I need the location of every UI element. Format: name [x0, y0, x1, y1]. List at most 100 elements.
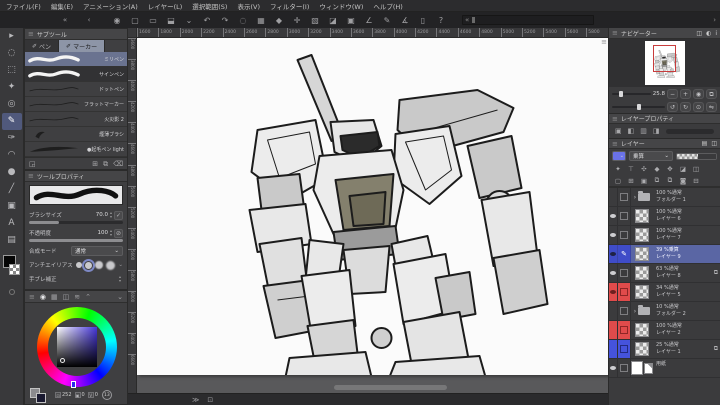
figure-tool[interactable]: ◠ [2, 147, 22, 164]
panel-menu-icon[interactable]: ≡ [612, 29, 618, 37]
layer-visibility-toggle[interactable] [609, 340, 618, 358]
saturation-value-square[interactable] [57, 327, 97, 367]
operation-tool[interactable]: ▸ [2, 28, 22, 45]
new-raster-layer-icon[interactable]: ▢ [612, 177, 624, 185]
pen-tool[interactable]: ✎ [1, 113, 22, 130]
draft-layer-icon[interactable]: ✣ [638, 165, 650, 173]
layer-row[interactable]: ✎ › 39 %乗算 レイヤー 9 ⧉ [609, 245, 720, 264]
approximate-color-tab[interactable]: ≋ [74, 293, 80, 301]
scrollbar-thumb[interactable] [333, 385, 447, 390]
save-icon[interactable]: ⬓ [162, 16, 180, 25]
delete-layer-icon[interactable]: ⊟ [690, 177, 702, 185]
effect-intensity-slider[interactable] [665, 128, 714, 134]
layer-visibility-toggle[interactable] [609, 264, 618, 282]
fill-icon[interactable]: ◆ [270, 16, 288, 25]
scroll-left-icon[interactable]: ‹ [80, 16, 98, 24]
folder-expand-icon[interactable]: › [634, 308, 636, 315]
layer-edit-indicator[interactable]: ✎ [618, 226, 631, 244]
layer-visibility-toggle[interactable] [609, 283, 618, 301]
brush-list-item[interactable]: サインペン [25, 67, 127, 82]
fit-to-window-button[interactable]: ◉ [693, 88, 704, 99]
border-effect-icon[interactable]: ▣ [615, 127, 622, 135]
menu-item[interactable]: アニメーション(A) [83, 1, 138, 11]
lock-layer-icon[interactable]: ◆ [651, 165, 663, 173]
create-mask-icon[interactable]: ◙ [677, 177, 689, 185]
panel-menu-icon[interactable]: ≡ [612, 140, 618, 148]
selection-launcher-icon[interactable]: ⊡ [207, 396, 213, 404]
opacity-stepper[interactable]: ▴ ▾ [110, 229, 112, 237]
color-set-tab[interactable]: ▦ [51, 293, 58, 301]
navigator-preview[interactable] [609, 39, 720, 87]
layer-thumbnail[interactable] [635, 247, 649, 261]
snap-grid-icon[interactable]: ▣ [342, 16, 360, 25]
layer-edit-indicator[interactable]: ✎ [618, 359, 631, 377]
layer-row[interactable]: ✎ › 100 %通常 レイヤー 2 ⧉ [609, 321, 720, 340]
materials-bar[interactable]: « [462, 15, 594, 25]
panel-divider-handle[interactable]: ≡ [601, 38, 607, 46]
layer-edit-indicator[interactable]: ✎ [618, 188, 631, 206]
panel-menu-icon[interactable]: ≡ [612, 115, 618, 123]
menu-item[interactable]: ウィンドウ(W) [319, 1, 363, 11]
layer-edit-indicator[interactable]: ✎ [618, 321, 631, 339]
materials-collapse-icon[interactable]: « [465, 16, 469, 24]
brush-size-slider[interactable] [29, 221, 123, 224]
layer-opacity-slider[interactable] [676, 152, 717, 160]
layer-visibility-toggle[interactable] [609, 359, 618, 377]
layer-search-tab-icon[interactable]: ▤ [702, 140, 708, 147]
zoom-in-button[interactable]: + [680, 88, 691, 99]
brush-size-stepper[interactable]: ▴ ▾ [110, 211, 112, 219]
eyedropper-tool[interactable]: ◎ [2, 96, 22, 113]
switch-color-icon[interactable] [8, 289, 15, 295]
redo-icon[interactable]: ↷ [216, 16, 234, 25]
subtool-group-tab[interactable]: ✐ マーカー [59, 40, 106, 52]
move-icon[interactable]: ✛ [288, 16, 306, 25]
layer-row[interactable]: ✎ › 100 %通常 フォルダー 1 ⧉ [609, 188, 720, 207]
layer-row[interactable]: ✎ › 34 %通常 レイヤー 5 ⧉ [609, 283, 720, 302]
layer-edit-indicator[interactable]: ✎ [618, 264, 631, 282]
zoom-slider[interactable] [612, 90, 651, 97]
gradient-tool[interactable]: ▤ [2, 232, 22, 249]
antialias-strong[interactable] [106, 260, 116, 270]
snap-ruler-icon[interactable]: ▧ [306, 16, 324, 25]
antialias-middle[interactable] [95, 261, 104, 269]
menu-item[interactable]: 編集(E) [51, 1, 73, 11]
subview-tab-icon[interactable]: ◫ [696, 30, 702, 37]
antialias-options[interactable] [76, 258, 116, 272]
reselect-icon[interactable]: ▦ [252, 16, 270, 25]
layer-panel-tab[interactable]: レイヤー [621, 139, 645, 148]
merge-to-lower-icon[interactable]: ⧉ [664, 176, 676, 185]
layer-color-icon[interactable]: ▥ [640, 127, 647, 135]
panel-menu-icon[interactable]: ≡ [28, 172, 34, 180]
opacity-value[interactable]: 100 [97, 230, 108, 236]
opacity-dynamics-button[interactable]: ⊘ [114, 228, 123, 238]
antialias-none[interactable] [76, 262, 83, 268]
navigator-view-rectangle[interactable] [653, 44, 677, 72]
layer-visibility-toggle[interactable] [609, 302, 618, 320]
reference-layer-icon[interactable]: ⊤ [625, 165, 637, 173]
layer-blend-mode-select[interactable]: 乗算 ⌄ [629, 151, 673, 161]
workspace-icon[interactable]: ◉ [108, 16, 126, 25]
panel-menu-icon[interactable]: ≡ [29, 293, 35, 301]
panel-menu-icon[interactable]: ≡ [28, 30, 34, 38]
flip-horizontal-button[interactable]: ⇋ [706, 101, 717, 112]
marquee-tool[interactable]: ⬚ [2, 62, 22, 79]
history-tab[interactable]: ⌃ [85, 293, 91, 301]
text-tool[interactable]: A [2, 215, 22, 232]
layer-edit-indicator[interactable]: ✎ [618, 207, 631, 225]
antialias-weak-selected[interactable] [82, 258, 96, 272]
ruler-tool[interactable]: ╱ [2, 181, 22, 198]
lock-transparent-pixels-icon[interactable]: ✥ [664, 165, 676, 173]
materials-next-icon[interactable]: › [713, 16, 716, 24]
layer-row[interactable]: ✎ › 10 %通常 フォルダー 2 ⧉ [609, 302, 720, 321]
rotate-right-button[interactable]: ↻ [680, 101, 691, 112]
delete-subtool-icon[interactable]: ⌫ [113, 160, 123, 169]
clip-below-layer-icon[interactable]: ✦ [612, 165, 624, 173]
zoom-out-button[interactable]: − [667, 88, 678, 99]
brush-list-item[interactable]: ミリペン [25, 52, 127, 67]
frame-border-tool[interactable]: ▣ [2, 198, 22, 215]
layer-row[interactable]: ✎ › 用紙 ⧉ [609, 359, 720, 378]
sv-marker[interactable] [60, 358, 65, 363]
navigator-tab[interactable]: ナビゲーター [621, 29, 657, 38]
new-canvas-icon[interactable]: ▢ [126, 16, 144, 25]
rotate-left-button[interactable]: ↺ [667, 101, 678, 112]
